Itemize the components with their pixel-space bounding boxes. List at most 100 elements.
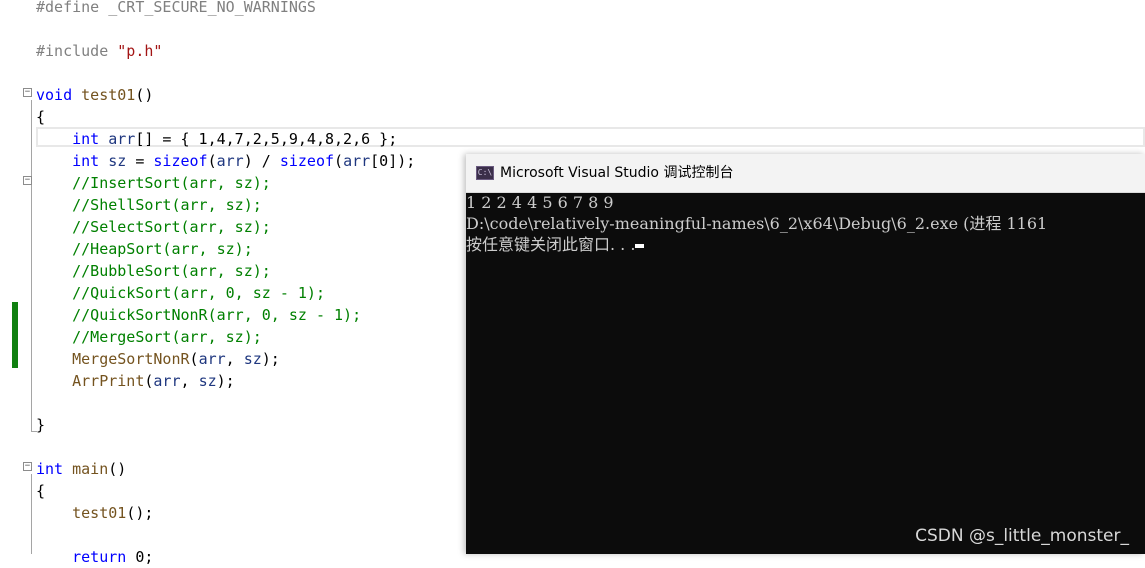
code-token: );	[216, 372, 235, 390]
code-line[interactable]: }	[36, 414, 45, 436]
console-title: Microsoft Visual Studio 调试控制台	[500, 165, 734, 181]
code-line[interactable]: {	[36, 480, 45, 502]
code-token: [0]);	[370, 152, 416, 170]
code-token: ()	[135, 86, 154, 104]
code-token: return	[72, 548, 136, 566]
code-token: ArrPrint	[72, 372, 145, 390]
console-titlebar[interactable]: C:\ Microsoft Visual Studio 调试控制台	[466, 154, 1145, 193]
code-token: int	[72, 152, 109, 170]
code-line[interactable]: //InsertSort(arr, sz);	[36, 172, 271, 194]
code-token: int	[72, 130, 109, 148]
code-token: MergeSortNonR	[72, 350, 190, 368]
code-line[interactable]: return 0;	[36, 546, 153, 568]
code-token: "p.h"	[117, 42, 163, 60]
code-line[interactable]: void test01()	[36, 84, 153, 106]
code-token: //InsertSort(arr, sz);	[72, 174, 271, 192]
console-prompt-text: 按任意键关闭此窗口. . .	[466, 235, 636, 254]
fold-guide	[31, 474, 32, 554]
console-output-line: 1 2 2 4 4 5 6 7 8 9	[466, 193, 614, 212]
code-token: ) /	[243, 152, 280, 170]
collapse-test01-icon[interactable]: −	[23, 88, 32, 97]
code-line[interactable]: //SelectSort(arr, sz);	[36, 216, 271, 238]
debug-console-window[interactable]: C:\ Microsoft Visual Studio 调试控制台 1 2 2 …	[466, 154, 1145, 554]
code-token: ()	[108, 460, 127, 478]
console-output-line: D:\code\relatively-meaningful-names\6_2\…	[466, 214, 1048, 233]
change-indicator	[12, 302, 18, 368]
code-line[interactable]: //BubbleSort(arr, sz);	[36, 260, 271, 282]
code-token: (	[189, 350, 199, 368]
code-line[interactable]: ArrPrint(arr, sz);	[36, 370, 235, 392]
code-line[interactable]: int sz = sizeof(arr) / sizeof(arr[0]);	[36, 150, 415, 172]
code-token: main	[72, 460, 109, 478]
code-token: sizeof	[279, 152, 335, 170]
code-token: //BubbleSort(arr, sz);	[72, 262, 271, 280]
code-token: arr	[198, 350, 226, 368]
console-cursor	[635, 243, 645, 248]
code-token: }	[36, 416, 46, 434]
code-line[interactable]: int main()	[36, 458, 126, 480]
watermark: CSDN @s_little_monster_	[915, 526, 1129, 546]
code-token: //ShellSort(arr, sz);	[72, 196, 262, 214]
code-token: ,	[225, 350, 244, 368]
code-token: sz	[198, 372, 217, 390]
code-token: [] = { 1,4,7,2,5,9,4,8,2,6 };	[135, 130, 398, 148]
code-token: ,	[180, 372, 199, 390]
code-token: (	[207, 152, 217, 170]
code-token: //SelectSort(arr, sz);	[72, 218, 271, 236]
code-line[interactable]: //MergeSort(arr, sz);	[36, 326, 262, 348]
code-line[interactable]: //HeapSort(arr, sz);	[36, 238, 253, 260]
code-token: test01	[72, 504, 127, 522]
code-line[interactable]: #define _CRT_SECURE_NO_WARNINGS	[36, 0, 316, 18]
code-line[interactable]: MergeSortNonR(arr, sz);	[36, 348, 280, 370]
code-token: sz	[108, 152, 127, 170]
code-token: arr	[216, 152, 244, 170]
code-token: );	[261, 350, 280, 368]
fold-guide	[31, 100, 32, 432]
code-token: {	[36, 108, 46, 126]
code-token: sz	[243, 350, 262, 368]
code-token: (	[334, 152, 344, 170]
code-line[interactable]: #include "p.h"	[36, 40, 162, 62]
code-token: sizeof	[153, 152, 208, 170]
code-token: //QuickSortNonR(arr, 0, sz - 1);	[72, 306, 362, 324]
code-line[interactable]: //ShellSort(arr, sz);	[36, 194, 262, 216]
code-token: 0;	[135, 548, 154, 566]
code-token: #include	[36, 42, 118, 60]
code-line[interactable]: //QuickSortNonR(arr, 0, sz - 1);	[36, 304, 361, 326]
code-line[interactable]: //QuickSort(arr, 0, sz - 1);	[36, 282, 325, 304]
code-token: //QuickSort(arr, 0, sz - 1);	[72, 284, 325, 302]
code-token: arr	[153, 372, 181, 390]
code-token: arr	[108, 130, 136, 148]
code-token: arr	[343, 152, 371, 170]
code-token: test01	[81, 86, 136, 104]
code-token: //MergeSort(arr, sz);	[72, 328, 262, 346]
code-token: //HeapSort(arr, sz);	[72, 240, 253, 258]
code-token: void	[36, 86, 82, 104]
console-output-line: 按任意键关闭此窗口. . .	[466, 234, 645, 256]
code-line[interactable]: test01();	[36, 502, 153, 524]
code-line[interactable]: int arr[] = { 1,4,7,2,5,9,4,8,2,6 };	[36, 128, 397, 150]
collapse-main-icon[interactable]: −	[23, 462, 32, 471]
code-token: #define _CRT_SECURE_NO_WARNINGS	[36, 0, 316, 16]
collapse-comments-icon[interactable]: −	[23, 176, 32, 185]
code-token: ();	[126, 504, 154, 522]
code-token: {	[36, 482, 46, 500]
code-token: =	[126, 152, 154, 170]
code-token: int	[36, 460, 73, 478]
code-line[interactable]: {	[36, 106, 45, 128]
console-app-icon: C:\	[476, 166, 494, 180]
